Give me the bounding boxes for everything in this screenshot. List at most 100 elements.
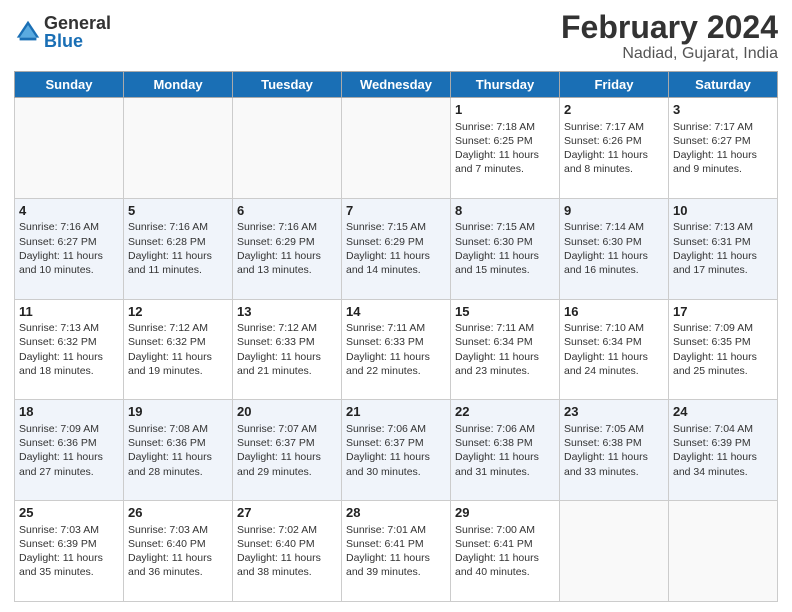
cell-4-0: 25Sunrise: 7:03 AM Sunset: 6:39 PM Dayli… [15,501,124,602]
day-info-17: Sunrise: 7:09 AM Sunset: 6:35 PM Dayligh… [673,321,773,378]
day-number-27: 27 [237,504,337,522]
day-info-10: Sunrise: 7:13 AM Sunset: 6:31 PM Dayligh… [673,220,773,277]
cell-2-2: 13Sunrise: 7:12 AM Sunset: 6:33 PM Dayli… [233,299,342,400]
cell-2-4: 15Sunrise: 7:11 AM Sunset: 6:34 PM Dayli… [451,299,560,400]
col-sunday: Sunday [15,72,124,98]
cell-1-5: 9Sunrise: 7:14 AM Sunset: 6:30 PM Daylig… [560,198,669,299]
day-info-23: Sunrise: 7:05 AM Sunset: 6:38 PM Dayligh… [564,422,664,479]
day-info-29: Sunrise: 7:00 AM Sunset: 6:41 PM Dayligh… [455,523,555,580]
cell-1-6: 10Sunrise: 7:13 AM Sunset: 6:31 PM Dayli… [669,198,778,299]
day-info-4: Sunrise: 7:16 AM Sunset: 6:27 PM Dayligh… [19,220,119,277]
calendar-header: Sunday Monday Tuesday Wednesday Thursday… [15,72,778,98]
cell-0-1 [124,98,233,199]
day-number-23: 23 [564,403,664,421]
week-row-0: 1Sunrise: 7:18 AM Sunset: 6:25 PM Daylig… [15,98,778,199]
cell-4-2: 27Sunrise: 7:02 AM Sunset: 6:40 PM Dayli… [233,501,342,602]
day-number-22: 22 [455,403,555,421]
cell-2-6: 17Sunrise: 7:09 AM Sunset: 6:35 PM Dayli… [669,299,778,400]
title-area: February 2024 Nadiad, Gujarat, India [561,10,778,63]
week-row-4: 25Sunrise: 7:03 AM Sunset: 6:39 PM Dayli… [15,501,778,602]
col-wednesday: Wednesday [342,72,451,98]
cell-0-0 [15,98,124,199]
cell-4-5 [560,501,669,602]
cell-4-4: 29Sunrise: 7:00 AM Sunset: 6:41 PM Dayli… [451,501,560,602]
day-number-20: 20 [237,403,337,421]
day-number-7: 7 [346,202,446,220]
cell-3-5: 23Sunrise: 7:05 AM Sunset: 6:38 PM Dayli… [560,400,669,501]
day-info-15: Sunrise: 7:11 AM Sunset: 6:34 PM Dayligh… [455,321,555,378]
day-info-14: Sunrise: 7:11 AM Sunset: 6:33 PM Dayligh… [346,321,446,378]
cell-3-3: 21Sunrise: 7:06 AM Sunset: 6:37 PM Dayli… [342,400,451,501]
day-number-21: 21 [346,403,446,421]
logo-general-text: General [44,14,111,32]
day-info-25: Sunrise: 7:03 AM Sunset: 6:39 PM Dayligh… [19,523,119,580]
day-info-11: Sunrise: 7:13 AM Sunset: 6:32 PM Dayligh… [19,321,119,378]
day-info-18: Sunrise: 7:09 AM Sunset: 6:36 PM Dayligh… [19,422,119,479]
day-number-29: 29 [455,504,555,522]
cell-3-4: 22Sunrise: 7:06 AM Sunset: 6:38 PM Dayli… [451,400,560,501]
day-number-11: 11 [19,303,119,321]
cell-1-1: 5Sunrise: 7:16 AM Sunset: 6:28 PM Daylig… [124,198,233,299]
cell-2-0: 11Sunrise: 7:13 AM Sunset: 6:32 PM Dayli… [15,299,124,400]
day-info-19: Sunrise: 7:08 AM Sunset: 6:36 PM Dayligh… [128,422,228,479]
day-info-22: Sunrise: 7:06 AM Sunset: 6:38 PM Dayligh… [455,422,555,479]
day-number-5: 5 [128,202,228,220]
cell-3-6: 24Sunrise: 7:04 AM Sunset: 6:39 PM Dayli… [669,400,778,501]
logo-text: General Blue [44,14,111,50]
calendar-table: Sunday Monday Tuesday Wednesday Thursday… [14,71,778,602]
logo-blue-text: Blue [44,32,111,50]
header: General Blue February 2024 Nadiad, Gujar… [14,10,778,63]
day-info-20: Sunrise: 7:07 AM Sunset: 6:37 PM Dayligh… [237,422,337,479]
cell-0-6: 3Sunrise: 7:17 AM Sunset: 6:27 PM Daylig… [669,98,778,199]
cell-3-0: 18Sunrise: 7:09 AM Sunset: 6:36 PM Dayli… [15,400,124,501]
cell-2-5: 16Sunrise: 7:10 AM Sunset: 6:34 PM Dayli… [560,299,669,400]
cell-1-2: 6Sunrise: 7:16 AM Sunset: 6:29 PM Daylig… [233,198,342,299]
page: General Blue February 2024 Nadiad, Gujar… [0,0,792,612]
cell-1-3: 7Sunrise: 7:15 AM Sunset: 6:29 PM Daylig… [342,198,451,299]
col-thursday: Thursday [451,72,560,98]
day-info-9: Sunrise: 7:14 AM Sunset: 6:30 PM Dayligh… [564,220,664,277]
location: Nadiad, Gujarat, India [561,45,778,63]
week-row-3: 18Sunrise: 7:09 AM Sunset: 6:36 PM Dayli… [15,400,778,501]
day-info-1: Sunrise: 7:18 AM Sunset: 6:25 PM Dayligh… [455,120,555,177]
day-number-28: 28 [346,504,446,522]
cell-2-1: 12Sunrise: 7:12 AM Sunset: 6:32 PM Dayli… [124,299,233,400]
day-number-18: 18 [19,403,119,421]
day-number-24: 24 [673,403,773,421]
cell-4-3: 28Sunrise: 7:01 AM Sunset: 6:41 PM Dayli… [342,501,451,602]
day-number-2: 2 [564,101,664,119]
day-number-1: 1 [455,101,555,119]
day-info-13: Sunrise: 7:12 AM Sunset: 6:33 PM Dayligh… [237,321,337,378]
day-number-10: 10 [673,202,773,220]
col-tuesday: Tuesday [233,72,342,98]
day-number-3: 3 [673,101,773,119]
cell-1-4: 8Sunrise: 7:15 AM Sunset: 6:30 PM Daylig… [451,198,560,299]
day-info-24: Sunrise: 7:04 AM Sunset: 6:39 PM Dayligh… [673,422,773,479]
day-info-8: Sunrise: 7:15 AM Sunset: 6:30 PM Dayligh… [455,220,555,277]
day-number-17: 17 [673,303,773,321]
day-info-26: Sunrise: 7:03 AM Sunset: 6:40 PM Dayligh… [128,523,228,580]
week-row-1: 4Sunrise: 7:16 AM Sunset: 6:27 PM Daylig… [15,198,778,299]
cell-0-3 [342,98,451,199]
cell-3-1: 19Sunrise: 7:08 AM Sunset: 6:36 PM Dayli… [124,400,233,501]
day-number-12: 12 [128,303,228,321]
cell-2-3: 14Sunrise: 7:11 AM Sunset: 6:33 PM Dayli… [342,299,451,400]
col-friday: Friday [560,72,669,98]
col-monday: Monday [124,72,233,98]
day-number-4: 4 [19,202,119,220]
col-saturday: Saturday [669,72,778,98]
day-number-16: 16 [564,303,664,321]
cell-0-4: 1Sunrise: 7:18 AM Sunset: 6:25 PM Daylig… [451,98,560,199]
day-number-19: 19 [128,403,228,421]
day-info-2: Sunrise: 7:17 AM Sunset: 6:26 PM Dayligh… [564,120,664,177]
logo: General Blue [14,14,111,50]
cell-4-1: 26Sunrise: 7:03 AM Sunset: 6:40 PM Dayli… [124,501,233,602]
cell-4-6 [669,501,778,602]
day-info-5: Sunrise: 7:16 AM Sunset: 6:28 PM Dayligh… [128,220,228,277]
day-number-13: 13 [237,303,337,321]
cell-0-2 [233,98,342,199]
day-info-12: Sunrise: 7:12 AM Sunset: 6:32 PM Dayligh… [128,321,228,378]
calendar-body: 1Sunrise: 7:18 AM Sunset: 6:25 PM Daylig… [15,98,778,602]
day-info-28: Sunrise: 7:01 AM Sunset: 6:41 PM Dayligh… [346,523,446,580]
day-number-6: 6 [237,202,337,220]
